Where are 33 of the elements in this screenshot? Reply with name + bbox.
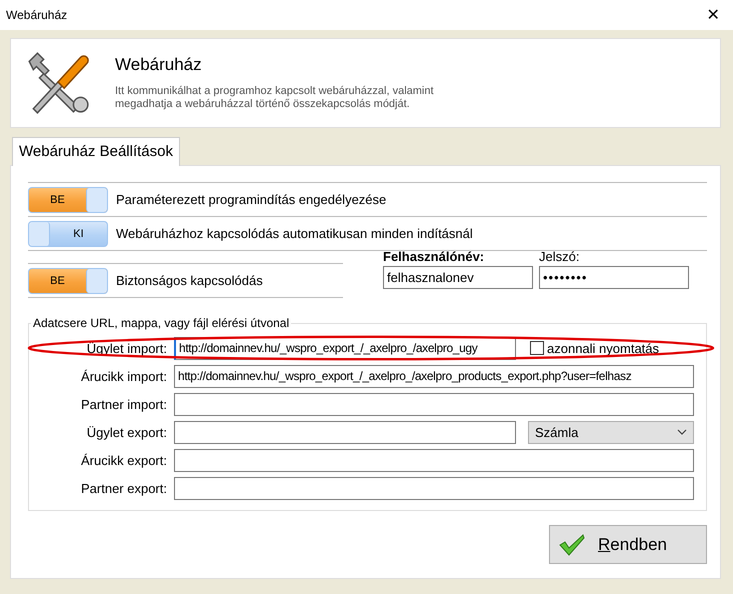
toggle-label: Biztonságos kapcsolódás	[116, 273, 263, 288]
window-title: Webáruház	[6, 8, 68, 22]
username-label: Felhasználónév:	[383, 249, 486, 264]
path-field[interactable]	[174, 448, 694, 472]
password-label: Jelszó:	[539, 249, 580, 264]
toggle-switch[interactable]: BE	[28, 268, 108, 294]
document-type-dropdown[interactable]: Számla	[528, 420, 694, 444]
toggle-switch[interactable]: BE	[28, 186, 108, 212]
path-field[interactable]: http://domainnev.hu/_wspro_export_/_axelpro_/axelpro_products_export.php?user=felhasz	[174, 364, 694, 388]
header-title: Webáruház	[115, 55, 203, 75]
path-field[interactable]: http://domainnev.hu/_wspro_export_/_axelpro_/axelpro_ugy	[174, 336, 516, 360]
path-field[interactable]	[174, 392, 694, 416]
toggle-label: Webáruházhoz kapcsolódás automatikusan minden indításnál	[116, 226, 473, 241]
path-field[interactable]	[174, 420, 516, 444]
close-button[interactable]: ✕	[693, 0, 733, 30]
field-label: Partner import:	[80, 396, 167, 412]
checkbox-label: azonnali nyomtatás	[547, 340, 660, 356]
field-label: Partner export:	[80, 480, 167, 496]
username-field[interactable]: felhasznalonev	[383, 266, 533, 289]
ok-button[interactable]: Rendben	[549, 525, 707, 564]
field-label: Ügylet export:	[86, 424, 167, 440]
checkmark-icon	[558, 532, 586, 556]
field-label: Árucikk export:	[80, 452, 167, 468]
group-title: Adatcsere URL, mappa, vagy fájl elérési útvonal	[32, 316, 290, 330]
chevron-down-icon	[677, 429, 687, 435]
toggle-switch[interactable]: KI	[28, 220, 108, 246]
header-description: Itt kommunikálhat a programhoz kapcsolt webáruházzal, valamint megadhatja a webáruházzal történő összekapcsolás módját.	[115, 85, 435, 111]
settings-tab[interactable]: Webáruház Beállítások	[12, 137, 180, 166]
toggle-label: Paraméterezett programindítás engedélyezése	[116, 192, 386, 207]
print-checkbox[interactable]	[530, 341, 544, 355]
field-label: Árucikk import:	[80, 368, 167, 384]
path-field[interactable]	[174, 476, 694, 500]
password-field[interactable]: ••••••••	[539, 266, 689, 289]
